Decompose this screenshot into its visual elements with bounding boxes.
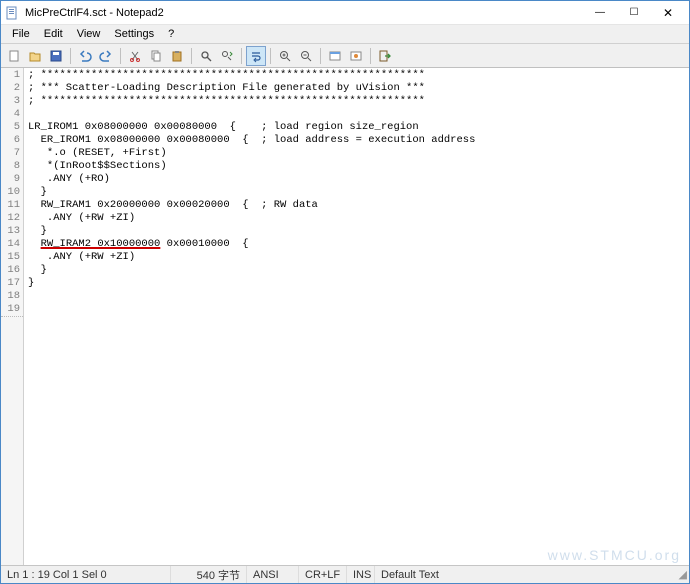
line-number: 9 <box>1 173 23 186</box>
minimize-button[interactable]: — <box>583 2 617 24</box>
line-number: 19 <box>1 303 23 316</box>
toolbar-separator <box>270 48 271 64</box>
titlebar: MicPreCtrlF4.sct - Notepad2 — ☐ ✕ <box>1 1 689 25</box>
status-encoding: ANSI <box>247 566 299 583</box>
line-number: 2 <box>1 82 23 95</box>
code-line[interactable]: .ANY (+RW +ZI) <box>28 251 689 264</box>
line-number: 10 <box>1 186 23 199</box>
exit-icon[interactable] <box>375 46 395 66</box>
statusbar: Ln 1 : 19 Col 1 Sel 0 540 字节 ANSI CR+LF … <box>1 565 689 583</box>
toolbar <box>1 44 689 68</box>
toolbar-separator <box>191 48 192 64</box>
code-line[interactable]: *(InRoot$$Sections) <box>28 160 689 173</box>
line-number: 16 <box>1 264 23 277</box>
custom-icon[interactable] <box>346 46 366 66</box>
code-line[interactable]: LR_IROM1 0x08000000 0x00080000 { ; load … <box>28 121 689 134</box>
code-line[interactable] <box>28 303 689 316</box>
code-line[interactable]: } <box>28 277 689 290</box>
line-number: 18 <box>1 290 23 303</box>
zoomin-icon[interactable] <box>275 46 295 66</box>
status-eol: CR+LF <box>299 566 347 583</box>
code-line[interactable]: } <box>28 225 689 238</box>
undo-icon[interactable] <box>75 46 95 66</box>
line-number: 13 <box>1 225 23 238</box>
status-size: 540 字节 <box>171 566 247 583</box>
resize-grip-icon[interactable]: ◢ <box>679 568 689 581</box>
menu-settings[interactable]: Settings <box>107 26 161 42</box>
status-filetype: Default Text <box>375 566 445 583</box>
find-icon[interactable] <box>196 46 216 66</box>
line-number: 4 <box>1 108 23 121</box>
menu-view[interactable]: View <box>70 26 108 42</box>
line-number: 17 <box>1 277 23 290</box>
editor[interactable]: 12345678910111213141516171819 ; ********… <box>1 68 689 565</box>
scheme-icon[interactable] <box>325 46 345 66</box>
code-line[interactable] <box>28 108 689 121</box>
toolbar-separator <box>120 48 121 64</box>
toolbar-separator <box>320 48 321 64</box>
replace-icon[interactable] <box>217 46 237 66</box>
window-title: MicPreCtrlF4.sct - Notepad2 <box>25 7 583 19</box>
menu-edit[interactable]: Edit <box>37 26 70 42</box>
line-number: 15 <box>1 251 23 264</box>
line-number: 12 <box>1 212 23 225</box>
new-icon[interactable] <box>4 46 24 66</box>
code-line[interactable]: *.o (RESET, +First) <box>28 147 689 160</box>
status-insert: INS <box>347 566 375 583</box>
cut-icon[interactable] <box>125 46 145 66</box>
code-line[interactable]: RW_IRAM2 0x10000000 0x00010000 { <box>28 238 689 251</box>
wordwrap-icon[interactable] <box>246 46 266 66</box>
window-buttons: — ☐ ✕ <box>583 2 685 24</box>
open-icon[interactable] <box>25 46 45 66</box>
zoomout-icon[interactable] <box>296 46 316 66</box>
maximize-button[interactable]: ☐ <box>617 2 651 24</box>
code-line[interactable]: ; *** Scatter-Loading Description File g… <box>28 82 689 95</box>
code-line[interactable]: RW_IRAM1 0x20000000 0x00020000 { ; RW da… <box>28 199 689 212</box>
copy-icon[interactable] <box>146 46 166 66</box>
code-line[interactable]: .ANY (+RO) <box>28 173 689 186</box>
line-number: 7 <box>1 147 23 160</box>
line-number: 1 <box>1 69 23 82</box>
code-line[interactable]: .ANY (+RW +ZI) <box>28 212 689 225</box>
menu-file[interactable]: File <box>5 26 37 42</box>
toolbar-separator <box>241 48 242 64</box>
code-line[interactable]: } <box>28 186 689 199</box>
code-line[interactable]: ; **************************************… <box>28 95 689 108</box>
line-number-gutter: 12345678910111213141516171819 <box>1 68 24 565</box>
redo-icon[interactable] <box>96 46 116 66</box>
line-number: 11 <box>1 199 23 212</box>
toolbar-separator <box>70 48 71 64</box>
menu-help[interactable]: ? <box>161 26 181 42</box>
code-line[interactable]: ; **************************************… <box>28 69 689 82</box>
save-icon[interactable] <box>46 46 66 66</box>
paste-icon[interactable] <box>167 46 187 66</box>
line-number: 6 <box>1 134 23 147</box>
status-position: Ln 1 : 19 Col 1 Sel 0 <box>1 566 171 583</box>
code-area[interactable]: ; **************************************… <box>24 68 689 565</box>
app-icon <box>5 6 19 20</box>
line-number: 3 <box>1 95 23 108</box>
line-number: 14 <box>1 238 23 251</box>
toolbar-separator <box>370 48 371 64</box>
menubar: File Edit View Settings ? <box>1 25 689 44</box>
line-number: 8 <box>1 160 23 173</box>
code-line[interactable]: ER_IROM1 0x08000000 0x00080000 { ; load … <box>28 134 689 147</box>
code-line[interactable]: } <box>28 264 689 277</box>
code-line[interactable] <box>28 290 689 303</box>
close-button[interactable]: ✕ <box>651 2 685 24</box>
line-number: 5 <box>1 121 23 134</box>
